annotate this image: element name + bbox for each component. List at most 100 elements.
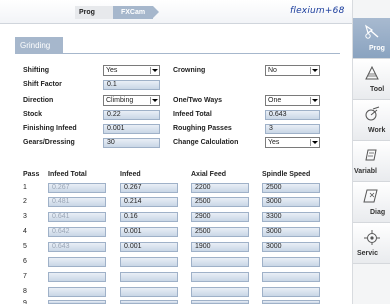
sidebar-item-service[interactable]: Servic [353, 223, 390, 264]
section-title: Grinding [15, 37, 63, 54]
infeed-total-cell: 0.642 [48, 227, 106, 237]
breadcrumb: Prog FXCam [75, 6, 160, 19]
spindle-speed-cell[interactable]: 3000 [262, 227, 320, 237]
infeed-total-cell [48, 257, 106, 267]
pass-number: 8 [23, 288, 27, 295]
spindle-speed-cell[interactable]: 2500 [262, 183, 320, 193]
infeed-cell[interactable]: 0.214 [120, 197, 178, 207]
one-two-ways-select[interactable]: One [265, 95, 320, 106]
pass-number: 1 [23, 184, 27, 191]
roughing-passes-field[interactable]: 3 [265, 124, 320, 134]
infeed-cell[interactable] [120, 257, 178, 267]
change-calculation-value: Yes [268, 139, 280, 146]
service-icon [364, 230, 380, 245]
one-two-ways-label: One/Two Ways [173, 97, 223, 104]
axial-feed-cell[interactable] [191, 272, 249, 282]
breadcrumb-fxcam[interactable]: FXCam [112, 6, 160, 19]
infeed-total-field[interactable]: 0.643 [265, 110, 320, 120]
pass-number: 2 [23, 198, 27, 205]
infeed-cell[interactable]: 0.001 [120, 242, 178, 252]
sidebar-item-label: Diag [370, 209, 386, 216]
sidebar-item-tool[interactable]: Tool [353, 59, 390, 100]
sidebar-item-label: Servic [357, 250, 379, 257]
axial-feed-cell[interactable] [191, 257, 249, 267]
column-header-spindle-speed: Spindle Speed [262, 171, 311, 178]
sidebar-item-prog[interactable]: Prog [353, 18, 390, 59]
crowning-value: No [268, 67, 277, 74]
infeed-total-cell: 0.643 [48, 242, 106, 252]
direction-value: Climbing [106, 97, 134, 104]
chevron-down-icon[interactable] [150, 97, 158, 104]
axial-feed-cell[interactable]: 2500 [191, 227, 249, 237]
direction-select[interactable]: Climbing [103, 95, 160, 106]
infeed-cell[interactable]: 0.001 [120, 227, 178, 237]
sidebar-item-variables[interactable]: Variabl [353, 141, 390, 182]
column-header-infeed: Infeed [120, 171, 141, 178]
pass-number: 4 [23, 228, 27, 235]
shift-factor-label: Shift Factor [23, 81, 62, 88]
stock-label: Stock [23, 111, 43, 118]
spindle-speed-cell[interactable]: 3000 [262, 197, 320, 207]
change-calculation-select[interactable]: Yes [265, 137, 320, 148]
chevron-down-icon[interactable] [310, 97, 318, 104]
infeed-cell[interactable]: 0.267 [120, 183, 178, 193]
spindle-speed-cell[interactable] [262, 287, 320, 297]
finishing-infeed-field[interactable]: 0.001 [103, 124, 160, 134]
one-two-ways-value: One [268, 97, 282, 104]
column-header-infeed-total: Infeed Total [48, 171, 87, 178]
prog-icon [364, 24, 379, 39]
column-header-axial-feed: Axial Feed [191, 171, 227, 178]
infeed-total-cell: 0.481 [48, 197, 106, 207]
chevron-down-icon[interactable] [310, 67, 318, 74]
shifting-select[interactable]: Yes [103, 65, 160, 76]
pass-number: 7 [23, 273, 27, 280]
column-header-pass: Pass [23, 171, 40, 178]
spindle-speed-cell[interactable] [262, 272, 320, 282]
axial-feed-cell[interactable] [191, 287, 249, 297]
axial-feed-cell[interactable] [191, 300, 249, 304]
variables-icon [365, 149, 377, 161]
sidebar-item-label: Variabl [354, 168, 377, 175]
breadcrumb-prog[interactable]: Prog [75, 6, 113, 19]
infeed-cell[interactable] [120, 287, 178, 297]
spindle-speed-cell[interactable] [262, 257, 320, 267]
spindle-speed-cell[interactable] [262, 300, 320, 304]
axial-feed-cell[interactable]: 2200 [191, 183, 249, 193]
axial-feed-cell[interactable]: 2900 [191, 212, 249, 222]
infeed-total-cell: 0.641 [48, 212, 106, 222]
spindle-speed-cell[interactable]: 3300 [262, 212, 320, 222]
section-divider [15, 53, 340, 54]
shifting-value: Yes [106, 67, 118, 74]
pass-number: 5 [23, 243, 27, 250]
chevron-down-icon[interactable] [150, 67, 158, 74]
pass-number: 3 [23, 213, 27, 220]
roughing-passes-label: Roughing Passes [173, 125, 232, 132]
stock-field[interactable]: 0.22 [103, 110, 160, 120]
axial-feed-cell[interactable]: 2500 [191, 197, 249, 207]
infeed-cell[interactable]: 0.16 [120, 212, 178, 222]
chevron-down-icon[interactable] [310, 139, 318, 146]
sidebar-item-label: Prog [369, 45, 385, 52]
sidebar-item-label: Tool [370, 86, 385, 93]
crowning-select[interactable]: No [265, 65, 320, 76]
infeed-total-label: Infeed Total [173, 111, 212, 118]
tool-icon [365, 65, 379, 80]
gears-dressing-label: Gears/Dressing [23, 139, 75, 146]
finishing-infeed-label: Finishing Infeed [23, 125, 77, 132]
axial-feed-cell[interactable]: 1900 [191, 242, 249, 252]
crowning-label: Crowning [173, 67, 206, 74]
pass-number: 9 [23, 300, 27, 304]
shift-factor-field[interactable]: 0.1 [103, 80, 160, 90]
direction-label: Direction [23, 97, 54, 104]
shifting-label: Shifting [23, 67, 50, 74]
sidebar-item-work[interactable]: Work [353, 100, 390, 141]
infeed-cell[interactable] [120, 300, 178, 304]
gears-dressing-field[interactable]: 30 [103, 138, 160, 148]
infeed-total-cell [48, 300, 106, 304]
sidebar-item-label: Work [368, 127, 386, 134]
infeed-cell[interactable] [120, 272, 178, 282]
infeed-total-cell [48, 287, 106, 297]
spindle-speed-cell[interactable]: 3000 [262, 242, 320, 252]
sidebar-item-diag[interactable]: Diag [353, 182, 390, 223]
work-icon [365, 106, 380, 121]
